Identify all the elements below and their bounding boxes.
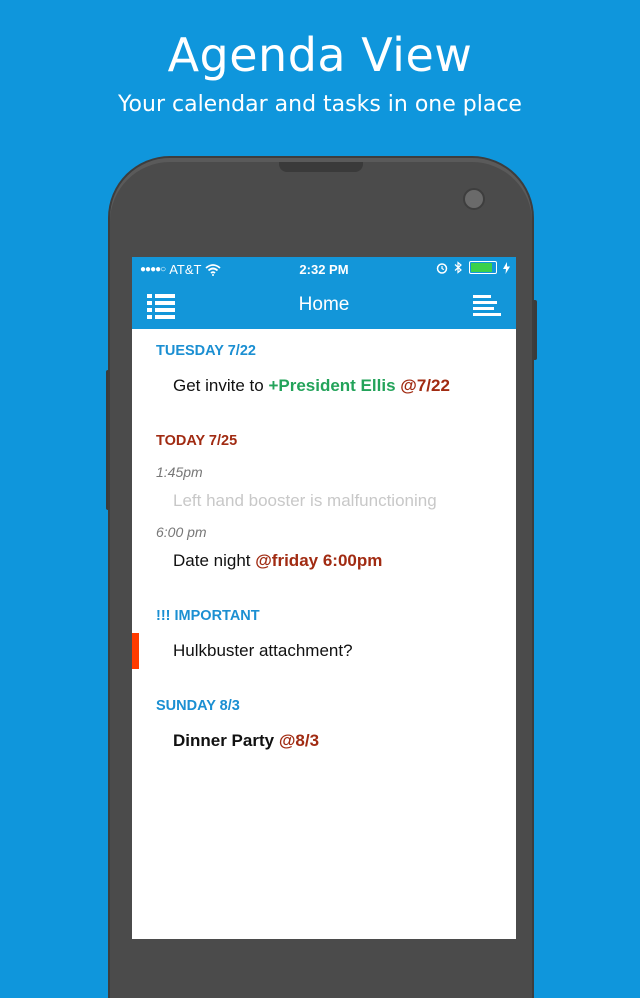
task-item-completed[interactable]: Left hand booster is malfunctioning [173,491,437,511]
contact-tag: +President Ellis [268,376,396,395]
task-item[interactable]: Date night @friday 6:00pm [173,551,382,571]
date-tag: @friday 6:00pm [255,551,383,570]
bluetooth-icon [454,261,462,274]
date-tag: @7/22 [395,376,450,395]
status-right [436,261,510,274]
sort-lines-icon [473,295,501,316]
phone-speaker [279,162,363,172]
priority-indicator [132,633,139,669]
date-tag: @8/3 [278,731,320,750]
phone-power-button [532,300,537,360]
promo-title: Agenda View [167,28,473,82]
nav-title: Home [298,294,350,315]
sort-button[interactable] [472,294,502,318]
alarm-icon [436,262,448,274]
battery-icon [469,261,497,274]
task-text: Get invite to [173,376,269,395]
task-item[interactable]: Dinner Party @8/3 [173,731,319,751]
time-label: 1:45pm [156,464,203,480]
task-text: Date night [173,551,256,570]
time-label: 6:00 pm [156,524,207,540]
task-item[interactable]: Get invite to +President Ellis @7/22 [173,376,450,396]
camera-icon [463,188,485,210]
task-item-priority[interactable]: Hulkbuster attachment? [173,641,353,661]
battery-level [471,263,492,272]
section-header-important: !!! IMPORTANT [156,608,260,624]
charging-icon [503,261,510,274]
task-text: Dinner Party [173,731,279,750]
app-navbar: Home [132,281,516,329]
status-bar: ●●●●○ AT&T 2:32 PM [132,257,516,281]
promo-subtitle: Your calendar and tasks in one place [118,92,522,117]
app-screen: ●●●●○ AT&T 2:32 PM Home TUESDAY 7/22 Get… [132,257,516,939]
section-header-sunday: SUNDAY 8/3 [156,698,240,714]
section-header-tuesday: TUESDAY 7/22 [156,343,256,359]
section-header-today: TODAY 7/25 [156,433,238,449]
